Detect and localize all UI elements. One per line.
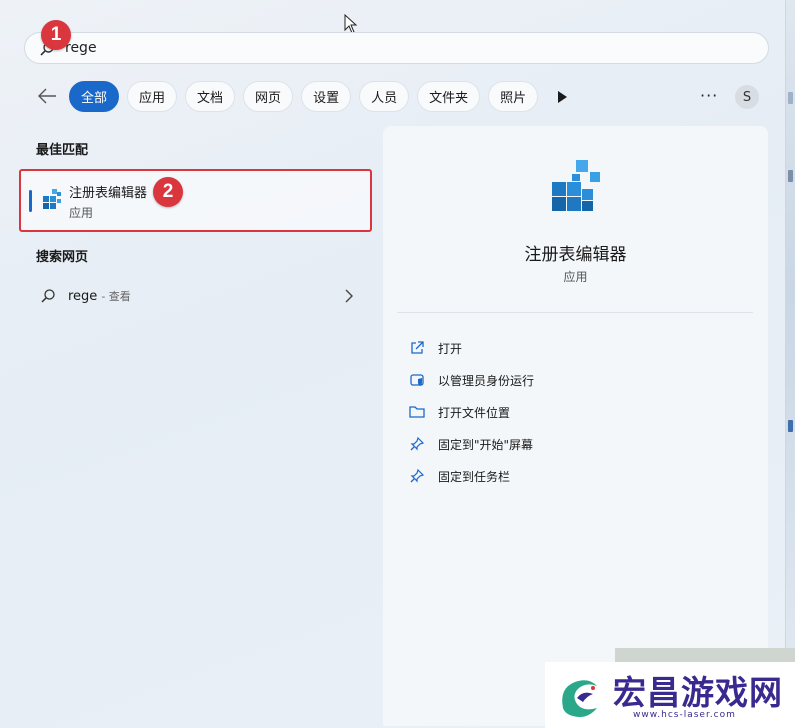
play-more-tabs-icon[interactable] xyxy=(556,90,568,104)
web-search-heading: 搜索网页 xyxy=(36,250,89,265)
best-match-heading: 最佳匹配 xyxy=(36,143,89,158)
watermark-title: 宏昌游戏网 xyxy=(613,673,783,712)
action-run-as-admin-label: 以管理员身份运行 xyxy=(438,373,535,388)
tab-all[interactable]: 全部 xyxy=(69,81,120,112)
pin-icon xyxy=(410,468,425,483)
action-list: 打开 以管理员身份运行 打开文件位置 固定到"开始"屏幕 固定到任务栏 xyxy=(409,332,534,492)
dragon-logo-icon xyxy=(562,680,597,717)
action-pin-to-start[interactable]: 固定到"开始"屏幕 xyxy=(409,428,534,460)
desktop-edge-mark xyxy=(788,92,793,104)
detail-pane: 注册表编辑器 应用 打开 以管理员身份运行 打开文件位置 固定到"开始"屏幕 固… xyxy=(383,126,768,726)
registry-editor-large-icon xyxy=(552,160,600,211)
search-query: rege xyxy=(65,40,97,56)
action-open[interactable]: 打开 xyxy=(409,332,534,364)
best-match-result[interactable]: 注册表编辑器 应用 xyxy=(19,169,372,232)
action-pin-to-taskbar[interactable]: 固定到任务栏 xyxy=(409,460,534,492)
best-match-type: 应用 xyxy=(69,206,94,220)
selection-indicator xyxy=(29,190,32,212)
registry-editor-icon xyxy=(43,189,61,209)
tab-apps[interactable]: 应用 xyxy=(127,81,178,112)
tab-folders[interactable]: 文件夹 xyxy=(417,81,481,112)
web-search-row[interactable]: rege - 查看 xyxy=(40,286,360,306)
tab-web[interactable]: 网页 xyxy=(243,81,294,112)
detail-app-name: 注册表编辑器 xyxy=(524,245,627,265)
action-run-as-admin[interactable]: 以管理员身份运行 xyxy=(409,364,534,396)
web-search-query: rege xyxy=(68,288,98,304)
mouse-cursor-icon xyxy=(344,14,358,34)
tab-settings[interactable]: 设置 xyxy=(301,81,352,112)
more-options-button[interactable]: ··· xyxy=(700,86,718,105)
divider xyxy=(397,312,753,313)
action-open-file-location-label: 打开文件位置 xyxy=(438,405,511,420)
admin-shield-icon xyxy=(410,374,424,386)
watermark-url: www.hcs-laser.com xyxy=(633,710,736,720)
best-match-name: 注册表编辑器 xyxy=(69,186,148,201)
tab-documents[interactable]: 文档 xyxy=(185,81,236,112)
desktop-edge xyxy=(786,0,795,728)
chevron-right-icon xyxy=(345,289,353,303)
action-open-label: 打开 xyxy=(438,341,463,356)
filter-tabs: 全部 应用 文档 网页 设置 人员 文件夹 照片 xyxy=(69,81,539,112)
detail-app-type: 应用 xyxy=(563,270,588,284)
action-pin-to-start-label: 固定到"开始"屏幕 xyxy=(438,437,534,452)
pin-icon xyxy=(410,436,425,451)
annotation-badge-1: 1 xyxy=(41,20,71,50)
watermark: 宏昌游戏网 www.hcs-laser.com xyxy=(545,662,795,728)
desktop-edge-mark xyxy=(788,170,793,182)
tab-photos[interactable]: 照片 xyxy=(488,81,539,112)
action-pin-to-taskbar-label: 固定到任务栏 xyxy=(438,469,511,484)
desktop-edge-mark xyxy=(788,420,793,432)
web-search-hint: - 查看 xyxy=(101,290,131,303)
search-input[interactable]: rege xyxy=(24,32,769,64)
avatar[interactable]: S xyxy=(735,85,759,109)
annotation-badge-2: 2 xyxy=(153,177,183,207)
back-arrow-icon[interactable] xyxy=(36,86,58,106)
open-external-icon xyxy=(411,341,424,354)
tab-people[interactable]: 人员 xyxy=(359,81,410,112)
folder-icon xyxy=(409,406,425,418)
search-icon xyxy=(41,289,55,303)
action-open-file-location[interactable]: 打开文件位置 xyxy=(409,396,534,428)
